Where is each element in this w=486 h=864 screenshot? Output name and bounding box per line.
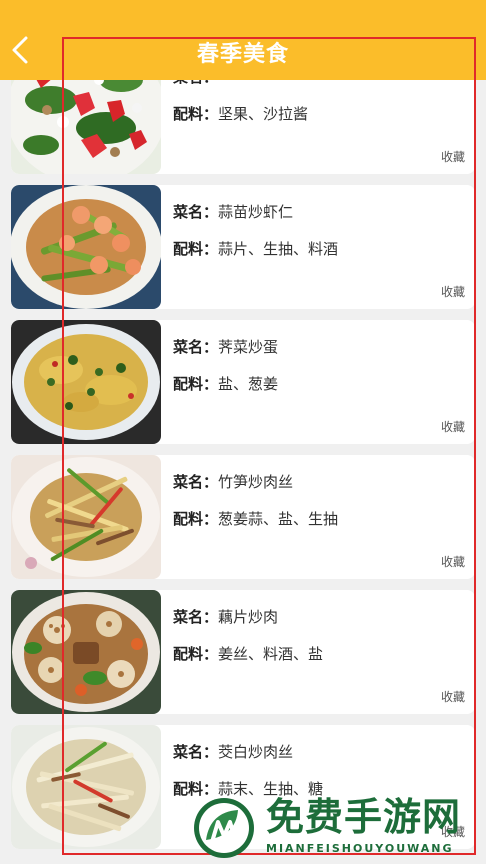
recipe-ingredients-label: 配料： [173, 240, 219, 258]
favorite-button[interactable]: 收藏 [441, 418, 465, 435]
app-header: 春季美食 [0, 0, 486, 80]
recipe-ingredients-label: 配料： [173, 105, 219, 123]
water-bamboo-pork-photo [11, 725, 161, 849]
recipe-name-label: 菜名： [173, 608, 219, 626]
recipe-ingredients-line: 配料：蒜片、生抽、料酒 [173, 238, 338, 259]
recipe-ingredients: 蒜片、生抽、料酒 [218, 240, 339, 258]
recipe-ingredients-line: 配料：盐、葱姜 [173, 373, 278, 394]
recipe-name-label: 菜名： [173, 203, 219, 221]
recipe-list[interactable]: 菜名： 配料：坚果、沙拉酱 收藏 [0, 50, 486, 860]
recipe-ingredients: 姜丝、料酒、盐 [218, 645, 324, 663]
lotus-root-pork-photo [11, 590, 161, 714]
recipe-ingredients-label: 配料： [173, 645, 219, 663]
recipe-ingredients: 坚果、沙拉酱 [218, 105, 309, 123]
recipe-card[interactable]: 菜名：藕片炒肉 配料：姜丝、料酒、盐 收藏 [11, 590, 475, 714]
recipe-ingredients-line: 配料：坚果、沙拉酱 [173, 103, 308, 124]
recipe-card[interactable]: 菜名：荠菜炒蛋 配料：盐、葱姜 收藏 [11, 320, 475, 444]
m-leaf-logo [192, 796, 256, 860]
favorite-button[interactable]: 收藏 [441, 688, 465, 705]
recipe-name: 蒜苗炒虾仁 [218, 203, 294, 221]
recipe-name-line: 菜名：藕片炒肉 [173, 606, 278, 627]
recipe-name-label: 菜名： [173, 743, 219, 761]
recipe-ingredients: 葱姜蒜、盐、生抽 [218, 510, 339, 528]
bamboo-shoot-pork-photo [11, 455, 161, 579]
recipe-ingredients: 盐、葱姜 [218, 375, 279, 393]
recipe-name: 藕片炒肉 [218, 608, 279, 626]
watermark-title: 免费手游网 [266, 795, 462, 839]
recipe-ingredients-label: 配料： [173, 510, 219, 528]
recipe-name: 荠菜炒蛋 [218, 338, 279, 356]
recipe-name-label: 菜名： [173, 473, 219, 491]
recipe-name-line: 菜名：荠菜炒蛋 [173, 336, 278, 357]
recipe-ingredients-label: 配料： [173, 375, 219, 393]
recipe-name: 竹笋炒肉丝 [218, 473, 294, 491]
recipe-card[interactable]: 菜名：蒜苗炒虾仁 配料：蒜片、生抽、料酒 收藏 [11, 185, 475, 309]
recipe-ingredients-line: 配料：姜丝、料酒、盐 [173, 643, 323, 664]
page-title: 春季美食 [196, 42, 289, 67]
recipe-card[interactable]: 菜名：竹笋炒肉丝 配料：葱姜蒜、盐、生抽 收藏 [11, 455, 475, 579]
garlic-sprout-shrimp-photo [11, 185, 161, 309]
recipe-name-label: 菜名： [173, 338, 219, 356]
favorite-button[interactable]: 收藏 [441, 148, 465, 165]
shepherds-purse-egg-photo [11, 320, 161, 444]
watermark-subtitle: MIANFEISHOUYOUWANG [266, 842, 454, 855]
recipe-name-line: 菜名：蒜苗炒虾仁 [173, 201, 293, 222]
favorite-button[interactable]: 收藏 [441, 283, 465, 300]
favorite-button[interactable]: 收藏 [441, 553, 465, 570]
watermark: 免费手游网 MIANFEISHOUYOUWANG [188, 792, 484, 864]
recipe-name: 茭白炒肉丝 [218, 743, 294, 761]
recipe-name-line: 菜名：茭白炒肉丝 [173, 741, 293, 762]
recipe-name-line: 菜名：竹笋炒肉丝 [173, 471, 293, 492]
recipe-ingredients-line: 配料：葱姜蒜、盐、生抽 [173, 508, 338, 529]
